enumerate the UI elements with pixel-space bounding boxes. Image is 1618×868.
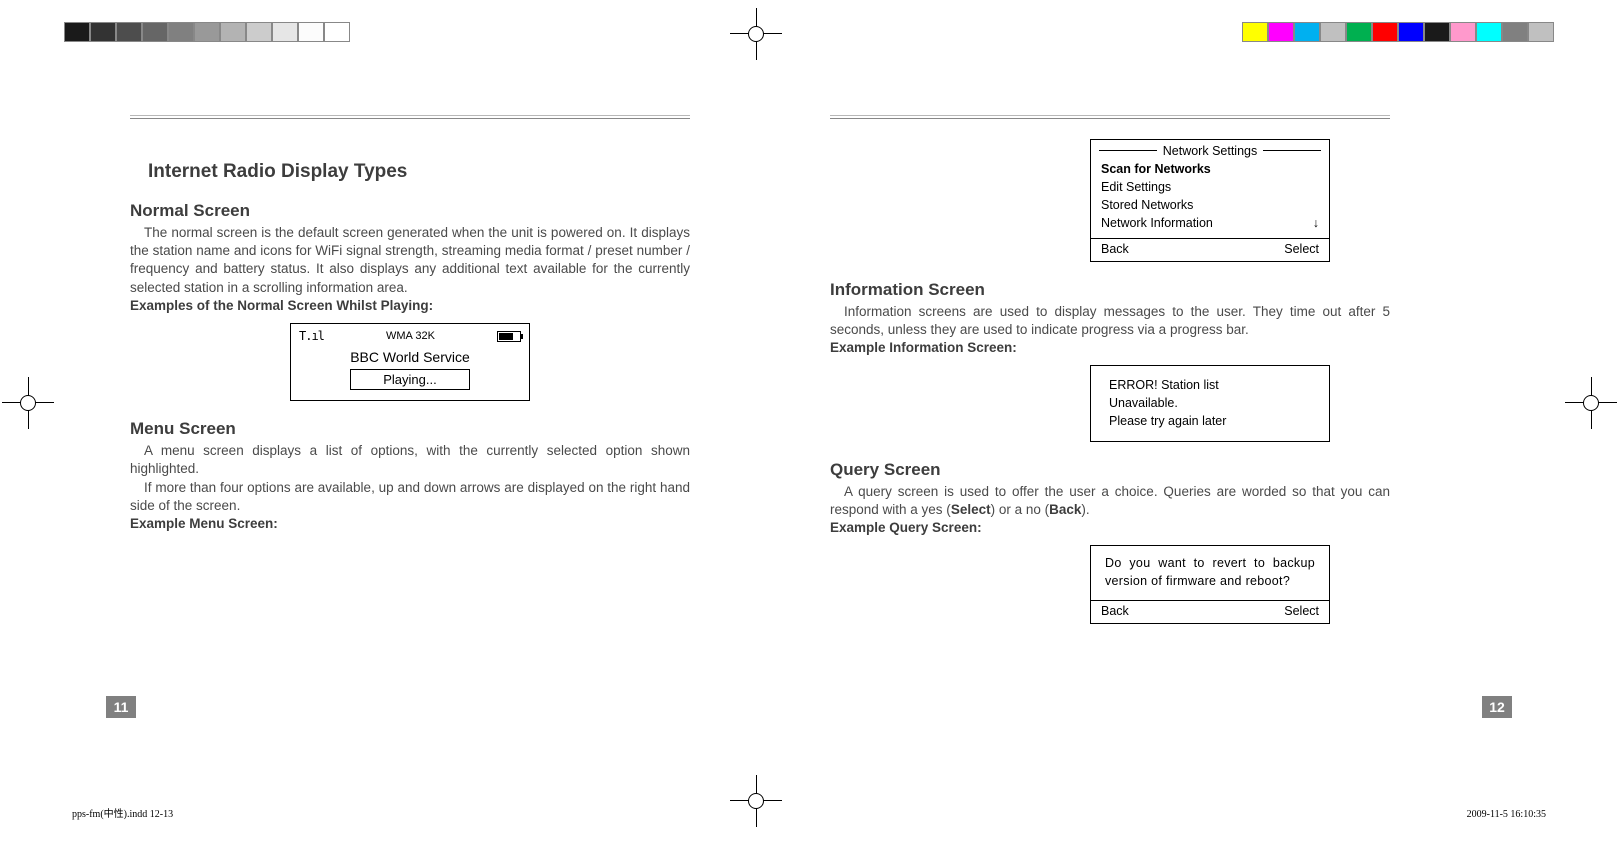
- page-number-left: 11: [106, 696, 136, 718]
- page-left: Internet Radio Display Types Normal Scre…: [130, 115, 690, 533]
- paragraph: If more than four options are available,…: [130, 479, 690, 515]
- example-label: Example Menu Screen:: [130, 515, 690, 533]
- softkey-back: Back: [1101, 604, 1129, 618]
- info-line: Unavailable.: [1109, 394, 1311, 412]
- codec-label: WMA 32K: [386, 330, 435, 342]
- colorbar-left: [64, 22, 350, 42]
- registration-mark: [20, 395, 36, 411]
- softkey-select: Select: [1284, 604, 1319, 618]
- query-text: Do you want to revert to backup version …: [1091, 546, 1329, 598]
- battery-icon: [497, 331, 521, 342]
- page-right: Network Settings Scan for Networks Edit …: [830, 115, 1390, 642]
- menu-item: Stored Networks: [1101, 196, 1319, 214]
- info-line: Please try again later: [1109, 412, 1311, 430]
- footer-timestamp: 2009-11-5 16:10:35: [1467, 809, 1546, 820]
- information-screen-example: ERROR! Station list Unavailable. Please …: [1090, 365, 1330, 441]
- registration-mark: [748, 26, 764, 42]
- registration-mark: [1583, 395, 1599, 411]
- playback-status: Playing...: [350, 369, 470, 390]
- softkey-select: Select: [1284, 242, 1319, 256]
- heading-normal-screen: Normal Screen: [130, 201, 690, 221]
- colorbar-right: [1242, 22, 1554, 42]
- registration-mark: [748, 793, 764, 809]
- heading-menu-screen: Menu Screen: [130, 419, 690, 439]
- paragraph: Information screens are used to display …: [830, 303, 1390, 339]
- paragraph: A query screen is used to offer the user…: [830, 483, 1390, 519]
- menu-item: Edit Settings: [1101, 178, 1319, 196]
- example-label: Example Query Screen:: [830, 519, 1390, 537]
- menu-screen-example: Network Settings Scan for Networks Edit …: [1090, 139, 1330, 262]
- station-name: BBC World Service: [291, 345, 529, 369]
- menu-item-selected: Scan for Networks: [1101, 160, 1319, 178]
- page-number-right: 12: [1482, 696, 1512, 718]
- scroll-down-icon: ↓: [1313, 214, 1319, 232]
- info-line: ERROR! Station list: [1109, 376, 1311, 394]
- example-label: Examples of the Normal Screen Whilst Pla…: [130, 297, 690, 315]
- paragraph: A menu screen displays a list of options…: [130, 442, 690, 478]
- paragraph: The normal screen is the default screen …: [130, 224, 690, 297]
- page-title: Internet Radio Display Types: [148, 161, 690, 183]
- query-screen-example: Do you want to revert to backup version …: [1090, 545, 1330, 624]
- menu-item: Network Information↓: [1101, 214, 1319, 232]
- softkey-back: Back: [1101, 242, 1129, 256]
- footer-filename: pps-fm(中性).indd 12-13: [72, 805, 173, 820]
- heading-query-screen: Query Screen: [830, 460, 1390, 480]
- wifi-signal-icon: T.ıl: [299, 329, 324, 343]
- example-label: Example Information Screen:: [830, 339, 1390, 357]
- menu-title: Network Settings: [1157, 144, 1263, 158]
- heading-information-screen: Information Screen: [830, 280, 1390, 300]
- normal-screen-example: T.ıl WMA 32K BBC World Service Playing..…: [290, 323, 530, 401]
